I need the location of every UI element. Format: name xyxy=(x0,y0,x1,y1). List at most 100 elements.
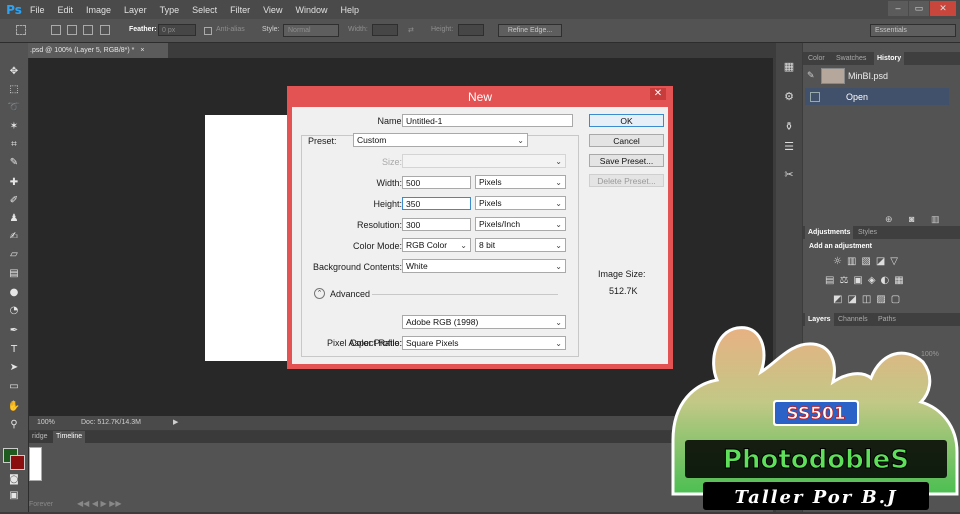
clone-source-icon[interactable]: ☰ xyxy=(780,139,798,155)
name-input[interactable]: Untitled-1 xyxy=(402,114,573,127)
advanced-toggle-icon[interactable]: ⌃ xyxy=(314,288,325,299)
bit-depth-select[interactable]: 8 bit ⌄ xyxy=(475,238,566,252)
hand-tool-icon[interactable]: ✋ xyxy=(5,400,23,414)
advanced-label[interactable]: Advanced xyxy=(330,289,370,299)
blur-tool-icon[interactable]: ● xyxy=(5,286,23,300)
cancel-button[interactable]: Cancel xyxy=(589,134,664,147)
restore-button[interactable]: ▭ xyxy=(909,1,929,16)
height-unit-select[interactable]: Pixels ⌄ xyxy=(475,196,566,210)
properties-panel-icon[interactable]: ⚙ xyxy=(780,89,798,105)
camera-icon[interactable]: ◙ xyxy=(909,214,914,224)
pixel-aspect-select[interactable]: Square Pixels ⌄ xyxy=(402,336,566,350)
save-preset-button[interactable]: Save Preset... xyxy=(589,154,664,167)
new-selection-icon[interactable] xyxy=(51,25,61,35)
menu-window[interactable]: Window xyxy=(295,5,327,15)
document-canvas[interactable] xyxy=(205,115,295,361)
color-mode-select[interactable]: RGB Color ⌄ xyxy=(402,238,471,252)
marquee-tool-icon[interactable] xyxy=(16,25,26,35)
zoom-tool-icon[interactable]: ⚲ xyxy=(5,418,23,432)
lasso-tool-icon[interactable]: ➰ xyxy=(5,101,23,115)
height-input[interactable] xyxy=(458,24,484,36)
timeline-panel: Forever ◀◀ ◀ ▶ ▶▶ xyxy=(29,443,773,512)
tab-swatches[interactable]: Swatches xyxy=(833,52,869,65)
history-panel-icon[interactable]: ▦ xyxy=(780,59,798,75)
tab-color[interactable]: Color xyxy=(805,52,828,65)
move-tool-icon[interactable]: ✥ xyxy=(5,65,23,79)
menu-select[interactable]: Select xyxy=(192,5,217,15)
tab-adjustments[interactable]: Adjustments xyxy=(805,226,854,239)
history-brush-icon[interactable]: ✍ xyxy=(5,230,23,244)
type-tool-icon[interactable]: T xyxy=(5,343,23,357)
playback-controls-icon[interactable]: ◀◀ ◀ ▶ ▶▶ xyxy=(77,499,122,508)
crop-tool-icon[interactable]: ⌗ xyxy=(5,138,23,152)
style-select[interactable]: Normal xyxy=(283,24,339,37)
adjustment-icons-row-1[interactable]: ☼▥▧◪▽ xyxy=(833,256,903,267)
color-profile-select[interactable]: Adobe RGB (1998) ⌄ xyxy=(402,315,566,329)
adjustment-icons-row-3[interactable]: ◩◪◫▨▢ xyxy=(833,294,905,305)
path-selection-icon[interactable]: ➤ xyxy=(5,361,23,375)
menu-file[interactable]: File xyxy=(30,5,45,15)
close-tab-icon[interactable]: × xyxy=(140,47,144,54)
menu-image[interactable]: Image xyxy=(86,5,111,15)
healing-brush-icon[interactable]: ✚ xyxy=(5,176,23,190)
workspace-select[interactable]: Essentials xyxy=(870,24,956,37)
tab-styles[interactable]: Styles xyxy=(855,226,880,239)
width-input[interactable] xyxy=(372,24,398,36)
tab-history[interactable]: History xyxy=(874,52,905,65)
timeline-frame-thumbnail[interactable] xyxy=(29,447,42,481)
background-contents-select[interactable]: White ⌄ xyxy=(402,259,566,273)
intersect-selection-icon[interactable] xyxy=(100,25,110,35)
clone-stamp-icon[interactable]: ♟ xyxy=(5,212,23,226)
minimize-button[interactable]: – xyxy=(888,1,908,16)
width-unit-select[interactable]: Pixels ⌄ xyxy=(475,175,566,189)
quick-mask-icon[interactable]: ◙ xyxy=(5,473,23,487)
trash-icon[interactable]: ▥ xyxy=(931,214,940,225)
brush-tool-icon[interactable]: ✐ xyxy=(5,194,23,208)
tab-ridge[interactable]: ridge xyxy=(29,431,51,443)
close-button[interactable]: ✕ xyxy=(930,1,956,16)
tool-presets-icon[interactable]: ✂ xyxy=(780,167,798,183)
screen-mode-icon[interactable]: ▣ xyxy=(5,489,23,503)
new-snapshot-icon[interactable]: ⊕ xyxy=(885,214,893,225)
marquee-tool-icon[interactable]: ⬚ xyxy=(5,83,23,97)
document-tab[interactable]: .psd @ 100% (Layer 5, RGB/8*) * × xyxy=(28,43,168,58)
history-state-selected[interactable]: Open xyxy=(805,88,949,105)
height-input[interactable]: 350 xyxy=(402,197,471,210)
menu-edit[interactable]: Edit xyxy=(58,5,74,15)
gradient-tool-icon[interactable]: ▤ xyxy=(5,267,23,281)
preset-select[interactable]: Custom ⌄ xyxy=(353,133,528,147)
pen-tool-icon[interactable]: ✒ xyxy=(5,324,23,338)
zoom-level[interactable]: 100% xyxy=(37,419,55,426)
feather-input[interactable]: 0 px xyxy=(158,24,196,36)
menu-filter[interactable]: Filter xyxy=(230,5,250,15)
add-selection-icon[interactable] xyxy=(67,25,77,35)
background-color-swatch[interactable] xyxy=(10,455,25,470)
menu-view[interactable]: View xyxy=(263,5,282,15)
swap-icon[interactable]: ⇄ xyxy=(408,26,414,34)
history-snapshot[interactable]: MinBI.psd xyxy=(848,71,888,81)
resolution-input[interactable]: 300 xyxy=(402,218,471,231)
ok-button[interactable]: OK xyxy=(589,114,664,127)
menu-layer[interactable]: Layer xyxy=(124,5,147,15)
menu-type[interactable]: Type xyxy=(160,5,180,15)
adjustment-icons-row-2[interactable]: ▤⚖▣◈◐▦ xyxy=(825,275,909,286)
tab-timeline[interactable]: Timeline xyxy=(53,431,86,443)
advanced-divider xyxy=(372,294,558,295)
width-input[interactable]: 500 xyxy=(402,176,471,189)
resolution-unit-select[interactable]: Pixels/Inch ⌄ xyxy=(475,217,566,231)
subtract-selection-icon[interactable] xyxy=(83,25,93,35)
menu-help[interactable]: Help xyxy=(340,5,359,15)
dialog-close-icon[interactable]: ✕ xyxy=(650,88,666,100)
eraser-tool-icon[interactable]: ▱ xyxy=(5,248,23,262)
watermark-subtitle: Taller Por B.J xyxy=(734,487,897,508)
history-brush-source-icon[interactable]: ✎ xyxy=(807,70,817,80)
status-menu-arrow-icon[interactable]: ▶ xyxy=(173,418,178,426)
eyedropper-icon[interactable]: ✎ xyxy=(5,156,23,170)
brush-panel-icon[interactable]: ⚱ xyxy=(780,119,798,135)
magic-wand-icon[interactable]: ✶ xyxy=(5,120,23,134)
dodge-tool-icon[interactable]: ◔ xyxy=(5,304,23,318)
loop-option[interactable]: Forever xyxy=(29,501,53,508)
shape-tool-icon[interactable]: ▭ xyxy=(5,380,23,394)
refine-edge-button[interactable]: Refine Edge... xyxy=(498,24,562,37)
antialias-checkbox[interactable] xyxy=(204,27,212,35)
